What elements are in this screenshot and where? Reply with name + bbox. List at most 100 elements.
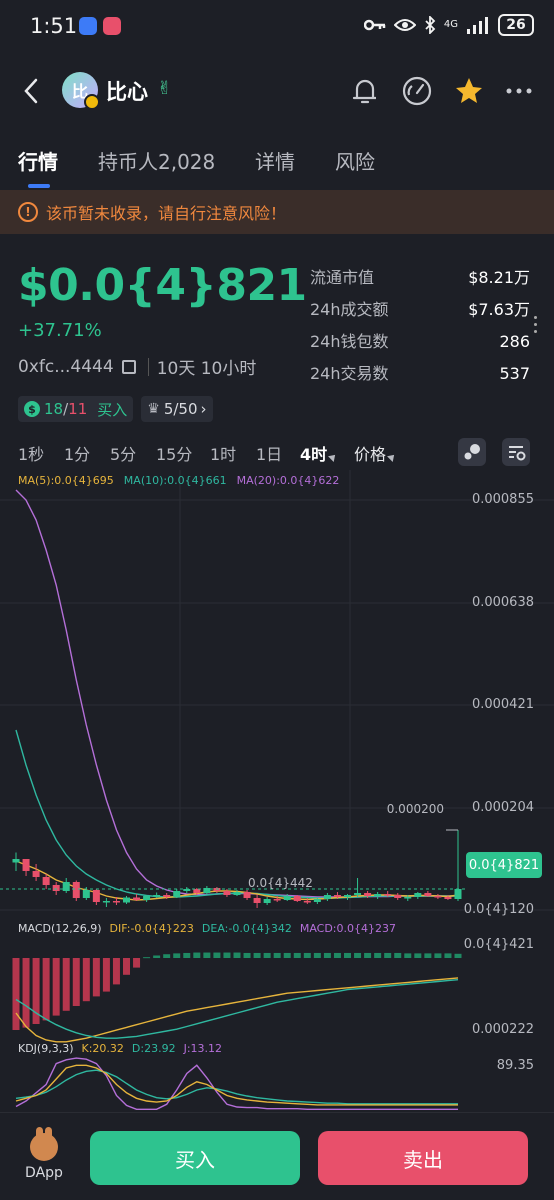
candle-body xyxy=(193,889,201,893)
macd-bar xyxy=(313,952,321,958)
tab-holders[interactable]: 持币人2,028 xyxy=(98,146,215,175)
kdj-d: D:23.92 xyxy=(131,1042,176,1055)
interval-1s[interactable]: 1秒 xyxy=(18,441,44,465)
candle-body xyxy=(173,891,181,897)
candle-body xyxy=(434,896,442,898)
price-mode-selector[interactable]: 价格 xyxy=(354,441,397,465)
risk-warning-banner: ! 该币暂未收录，请自行注意风险！ xyxy=(0,190,554,234)
stat-volume: 24h成交额 $7.63万 xyxy=(310,298,530,330)
macd-bar xyxy=(62,958,70,1011)
rank-badge[interactable]: ♛ 5/50 › xyxy=(141,396,213,422)
stats-more-icon[interactable] xyxy=(534,316,540,337)
stat-wallets: 24h钱包数 286 xyxy=(310,330,530,362)
candle-body xyxy=(223,891,231,895)
candle-body xyxy=(424,893,432,896)
macd-bar xyxy=(434,953,442,958)
macd-bar xyxy=(52,958,60,1016)
contract-row: 0xfc...4444 10天 10小时 xyxy=(18,354,257,380)
back-arrow-icon[interactable] xyxy=(18,76,46,106)
y-tick-label: 0.000204 xyxy=(471,800,534,815)
interval-5m[interactable]: 5分 xyxy=(110,441,136,465)
bottom-action-bar: DApp 买入 卖出 xyxy=(0,1112,554,1200)
chart-settings-icon[interactable] xyxy=(502,438,530,466)
macd-bar xyxy=(203,952,211,958)
candle-body xyxy=(364,893,372,896)
candle-body xyxy=(303,901,311,903)
macd-dif: DIF:-0.0{4}223 xyxy=(109,922,194,935)
macd-bar xyxy=(133,958,141,968)
macd-axis-bottom: 0.000222 xyxy=(471,1022,534,1037)
chart-canvas xyxy=(0,470,554,1110)
copy-icon[interactable] xyxy=(121,359,136,374)
interval-1h[interactable]: 1时 xyxy=(210,441,236,465)
status-bar: 1:51 4G 26 xyxy=(0,0,554,56)
bell-icon[interactable] xyxy=(348,74,382,108)
top-nav: 比 比心 ✌ xyxy=(0,56,554,126)
stat-label: 流通市值 xyxy=(310,268,375,287)
macd-axis-top: 0.0{4}421 xyxy=(463,937,534,952)
macd-bar xyxy=(354,952,362,958)
candle-body xyxy=(293,896,301,901)
macd-dea: DEA:-0.0{4}342 xyxy=(201,922,292,935)
macd-bar xyxy=(243,952,251,958)
sell-button[interactable]: 卖出 xyxy=(318,1131,528,1185)
macd-bar xyxy=(163,954,171,958)
buy-sell-badge[interactable]: $ 18 / 11 买入 xyxy=(18,396,134,422)
candle-body xyxy=(82,890,90,898)
macd-bar xyxy=(323,952,331,958)
buy-label: 买入 xyxy=(97,400,128,419)
ma5-value: MA(5):0.0{4}695 xyxy=(18,474,114,487)
interval-4h[interactable]: 4时 xyxy=(300,441,339,465)
dapp-button[interactable]: DApp xyxy=(18,1127,70,1181)
gauge-icon[interactable] xyxy=(400,74,434,108)
macd-value: MACD:0.0{4}237 xyxy=(299,922,396,935)
tab-details[interactable]: 详情 xyxy=(255,146,295,175)
candle-body xyxy=(344,895,351,897)
interval-1m[interactable]: 1分 xyxy=(64,441,90,465)
dropdown-icon xyxy=(387,452,397,462)
interval-15m[interactable]: 15分 xyxy=(156,441,192,465)
contract-address: 0xfc...4444 xyxy=(18,356,114,377)
stat-value: 286 xyxy=(499,332,530,351)
token-age: 10天 10小时 xyxy=(156,359,257,379)
candle-body xyxy=(454,889,462,899)
macd-bar xyxy=(253,952,261,958)
network-type: 4G xyxy=(443,19,458,30)
dapp-label: DApp xyxy=(25,1165,63,1181)
warning-text: 该币暂未收录，请自行注意风险！ xyxy=(46,204,287,223)
favorite-star-icon[interactable] xyxy=(452,74,486,108)
macd-bar xyxy=(12,958,20,1030)
app-notification-icon xyxy=(79,17,97,35)
ma10-value: MA(10):0.0{4}661 xyxy=(123,474,227,487)
tab-risk[interactable]: 风险 xyxy=(335,146,375,175)
current-price-tag: 0.0{4}821 xyxy=(466,852,542,878)
signal-icon xyxy=(467,17,488,34)
stat-label: 24h钱包数 xyxy=(310,332,389,351)
y-tick-label: 0.000421 xyxy=(471,697,534,712)
candle-body xyxy=(313,899,321,902)
candle-body xyxy=(143,896,151,900)
kdj-k: K:20.32 xyxy=(81,1042,124,1055)
macd-bar xyxy=(102,958,110,992)
indicator-settings-icon[interactable] xyxy=(458,438,486,466)
candle-body xyxy=(233,892,241,895)
ma20-line xyxy=(15,489,458,898)
macd-bar xyxy=(42,958,50,1021)
token-name: 比心 xyxy=(106,80,148,104)
rank-value: 5/50 xyxy=(163,400,198,418)
candle-body xyxy=(102,901,110,903)
candle-body xyxy=(253,898,261,903)
buy-button[interactable]: 买入 xyxy=(90,1131,300,1185)
more-options-icon[interactable] xyxy=(502,74,536,108)
price-chart[interactable] xyxy=(0,470,554,1112)
candle-body xyxy=(123,897,130,903)
money-bag-icon: $ xyxy=(24,401,40,417)
badge-row: $ 18 / 11 买入 ♛ 5/50 › xyxy=(18,396,213,422)
max-price-marker: 0.000200 xyxy=(386,802,444,816)
candle-body xyxy=(42,877,50,885)
tab-market[interactable]: 行情 xyxy=(18,146,58,175)
stat-value: $8.21万 xyxy=(468,268,530,287)
candle-body xyxy=(263,899,271,903)
macd-bar xyxy=(394,952,402,958)
interval-1d[interactable]: 1日 xyxy=(256,441,282,465)
